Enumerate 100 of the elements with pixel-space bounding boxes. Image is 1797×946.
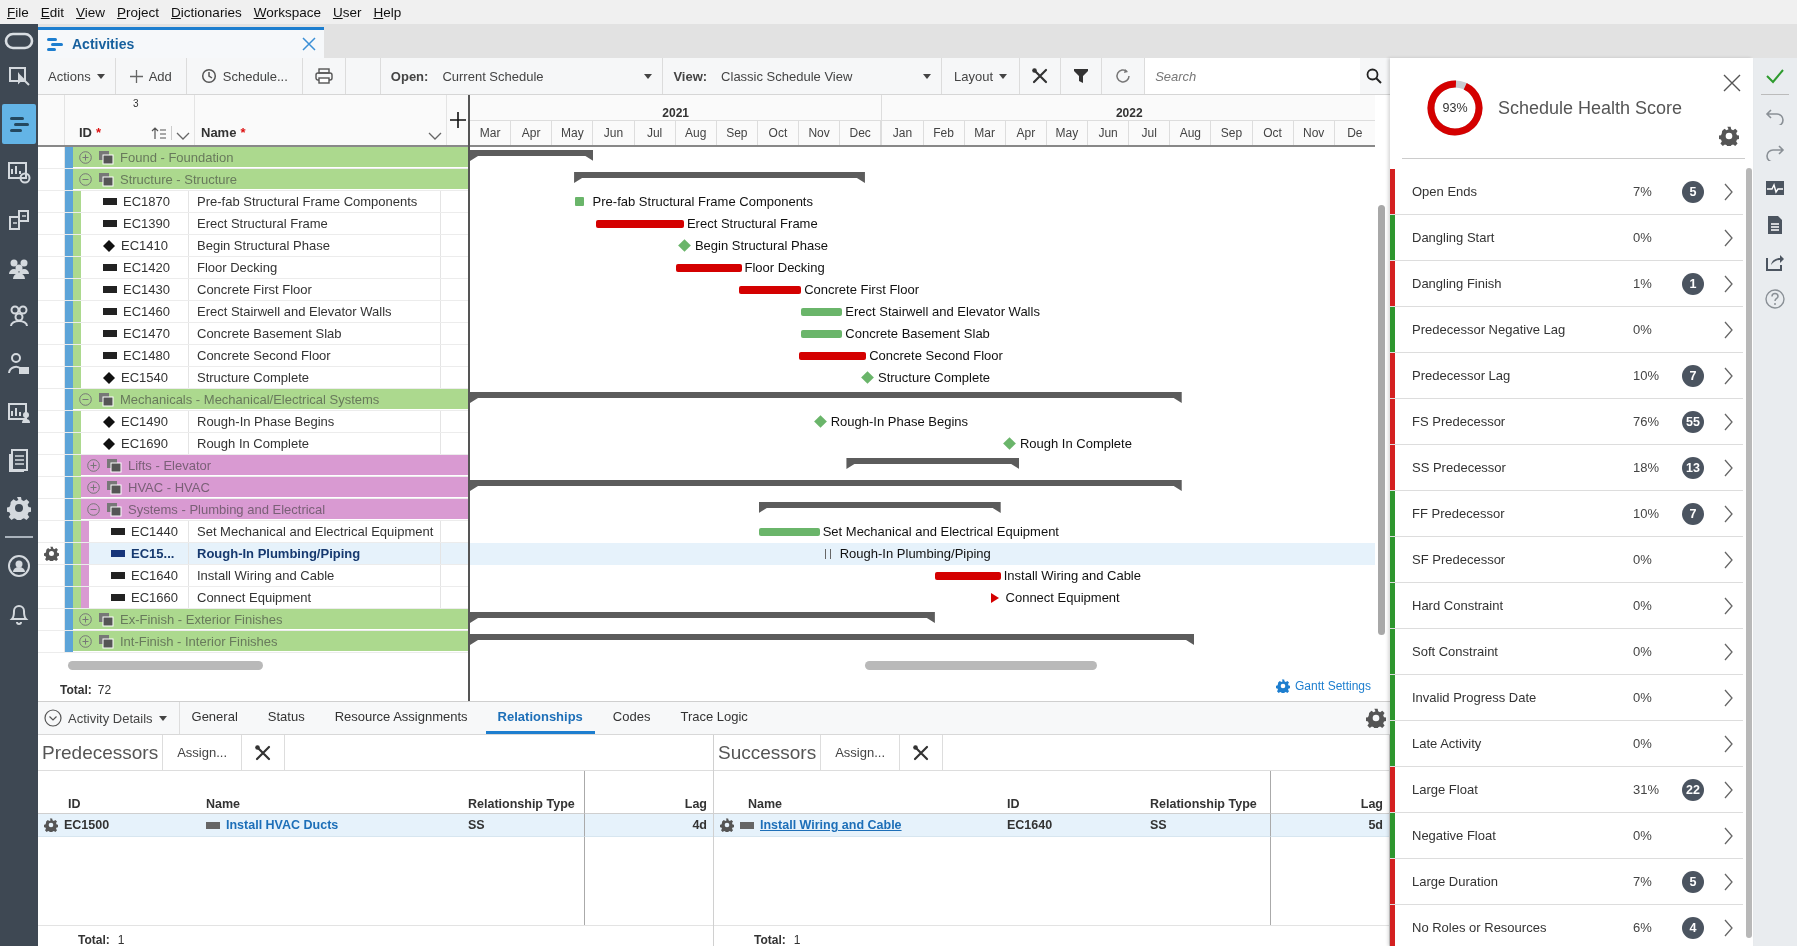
expand-icon[interactable] — [79, 634, 92, 648]
caret-icon — [96, 73, 105, 79]
gantt-settings-link[interactable]: Gantt Settings — [1275, 679, 1371, 693]
menu-item[interactable]: Edit — [35, 4, 72, 20]
chevron-right-icon[interactable] — [1723, 320, 1733, 339]
collapse-icon[interactable] — [79, 392, 92, 406]
chevron-right-icon[interactable] — [1723, 274, 1733, 293]
bar-label: Rough-In Phase Begins — [830, 414, 968, 429]
details-tab[interactable]: General — [179, 702, 250, 734]
undo-icon[interactable] — [1765, 107, 1785, 125]
chevron-right-icon[interactable] — [1723, 872, 1733, 891]
redo-icon[interactable] — [1765, 143, 1785, 161]
expand-icon[interactable] — [79, 612, 92, 626]
open-dropdown[interactable]: Current Schedule — [432, 58, 664, 94]
close-icon[interactable] — [302, 37, 316, 51]
search-icon[interactable] — [1366, 68, 1382, 84]
chevron-right-icon[interactable] — [1723, 596, 1733, 615]
chevron-right-icon[interactable] — [1723, 504, 1733, 523]
chevron-right-icon[interactable] — [1723, 458, 1733, 477]
pulse-icon[interactable] — [1765, 179, 1785, 197]
expand-icon[interactable] — [79, 150, 92, 164]
task-bar-icon — [103, 198, 117, 205]
month-label: Dec — [840, 120, 882, 145]
task-bar-icon — [103, 220, 117, 227]
chevron-right-icon[interactable] — [1723, 228, 1733, 247]
details-tab[interactable]: Relationships — [485, 702, 595, 734]
details-tab[interactable]: Codes — [600, 702, 663, 734]
filter-icon[interactable] — [1073, 68, 1090, 84]
chevron-right-icon[interactable] — [1723, 734, 1733, 753]
details-tab[interactable]: Resource Assignments — [322, 702, 480, 734]
help-icon[interactable] — [1765, 289, 1785, 309]
activities-icon[interactable] — [2, 104, 36, 144]
tools-icon[interactable] — [1031, 67, 1050, 85]
month-label: Aug — [675, 120, 717, 145]
add-button[interactable]: Add — [115, 58, 187, 94]
task-bar — [758, 528, 820, 536]
schedule-button[interactable]: Schedule... — [186, 58, 303, 94]
settings-icon[interactable] — [1366, 708, 1386, 728]
assign-button[interactable]: Assign... — [163, 735, 243, 770]
activities-tab[interactable]: Activities — [38, 27, 324, 58]
search-field[interactable]: Search — [1145, 58, 1360, 94]
tools-icon[interactable] — [254, 743, 273, 762]
chevron-right-icon[interactable] — [1723, 826, 1733, 845]
column-header: Name — [748, 797, 783, 811]
document-icon[interactable] — [1766, 215, 1784, 235]
lag-value: 5d — [1368, 818, 1383, 832]
menu-item[interactable]: Workspace — [248, 4, 328, 20]
task-bar-icon — [111, 550, 125, 557]
settings-icon[interactable] — [43, 546, 59, 561]
column-header: ID — [79, 125, 92, 140]
chevron-right-icon[interactable] — [1723, 550, 1733, 569]
settings-icon[interactable] — [1719, 126, 1739, 146]
menu-item[interactable]: View — [71, 4, 113, 20]
chevron-right-icon[interactable] — [1723, 918, 1733, 937]
bar-label: Concrete Basement Slab — [845, 326, 990, 341]
details-tab[interactable]: Status — [255, 702, 317, 734]
column-header: Relationship Type — [468, 797, 575, 811]
check-percent: 76% — [1633, 414, 1661, 429]
tools-icon[interactable] — [912, 743, 931, 762]
pane-title: Predecessors — [38, 735, 164, 770]
bar-label: Install Wiring and Cable — [1003, 568, 1141, 583]
menu-item[interactable]: Dictionaries — [166, 4, 249, 20]
layout-button[interactable]: Layout — [942, 58, 1021, 94]
menu-item[interactable]: Help — [368, 4, 409, 20]
caret-icon — [644, 73, 653, 79]
details-dropdown[interactable]: Activity Details — [38, 702, 180, 734]
activity-id: EC1420 — [123, 260, 170, 275]
refresh-icon[interactable] — [1114, 67, 1133, 85]
check-percent: 0% — [1633, 598, 1653, 613]
plus-icon — [129, 69, 143, 83]
details-tab[interactable]: Trace Logic — [668, 702, 760, 734]
settings-icon[interactable] — [44, 818, 58, 832]
menu-item[interactable]: File — [2, 4, 36, 20]
printer-icon[interactable] — [314, 68, 333, 84]
check-percent: 0% — [1633, 322, 1653, 337]
bar-label: Floor Decking — [744, 260, 825, 275]
chevron-right-icon[interactable] — [1723, 412, 1733, 431]
chevron-right-icon[interactable] — [1723, 688, 1733, 707]
table-row[interactable]: EC15... Rough-In Plumbing/Piping — [89, 543, 468, 564]
milestone-icon — [103, 437, 115, 450]
settings-icon[interactable] — [720, 818, 734, 832]
collapse-icon[interactable] — [79, 172, 92, 186]
actions-button[interactable]: Actions — [38, 58, 116, 94]
check-name: Negative Float — [1411, 828, 1497, 843]
chevron-right-icon[interactable] — [1723, 366, 1733, 385]
check-icon[interactable] — [1765, 68, 1785, 84]
assign-button[interactable]: Assign... — [821, 735, 901, 770]
check-name: Open Ends — [1411, 184, 1479, 199]
chevron-right-icon[interactable] — [1723, 642, 1733, 661]
activity-name: Begin Structural Phase — [189, 235, 441, 256]
view-dropdown[interactable]: Classic Schedule View — [711, 58, 943, 94]
share-icon[interactable] — [1765, 253, 1785, 271]
menu-item[interactable]: User — [327, 4, 369, 20]
chevron-right-icon[interactable] — [1723, 780, 1733, 799]
close-icon[interactable] — [1723, 74, 1741, 92]
count-badge: 13 — [1682, 456, 1704, 479]
chevron-right-icon[interactable] — [1723, 182, 1733, 201]
sort-icon[interactable] — [151, 126, 167, 140]
menu-item[interactable]: Project — [112, 4, 167, 20]
add-column-icon[interactable] — [449, 112, 466, 128]
